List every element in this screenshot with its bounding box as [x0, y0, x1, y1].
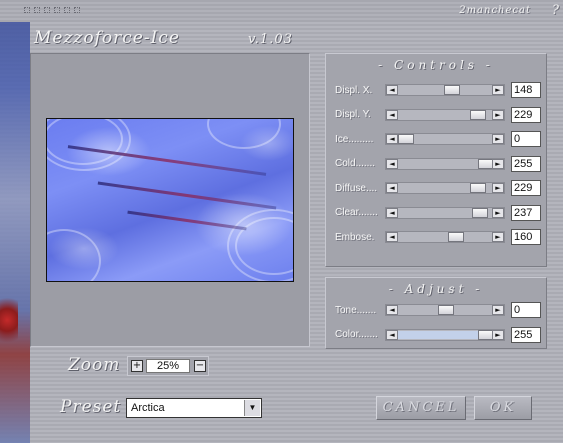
grip-dots[interactable] — [24, 7, 80, 13]
ok-button[interactable]: OK — [474, 396, 532, 420]
slider-value-field[interactable]: 160 — [511, 229, 541, 245]
slider-label: Displ. X. — [335, 84, 373, 96]
slider-track[interactable]: ◄ ► — [385, 304, 505, 316]
slider-row: Displ. X. ◄ ► 148 — [335, 80, 541, 100]
slider-thumb[interactable] — [470, 183, 486, 193]
slider-row: Ice......... ◄ ► 0 — [335, 129, 541, 149]
arrow-right-icon[interactable]: ► — [492, 183, 504, 193]
slider-value-field[interactable]: 229 — [511, 106, 541, 123]
arrow-right-icon[interactable]: ► — [492, 207, 504, 218]
preset-label: Preset — [60, 397, 122, 417]
slider-track[interactable]: ◄ ► — [385, 182, 505, 194]
slider-value-field[interactable]: 237 — [511, 204, 541, 221]
zoom-in-button[interactable]: + — [131, 360, 143, 372]
slider-label: Tone....... — [335, 304, 377, 316]
slider-label: Ice......... — [335, 133, 374, 145]
slider-value-field[interactable]: 0 — [511, 302, 541, 318]
slider-label: Color....... — [335, 329, 378, 340]
slider-row: Color....... ◄ ► 255 — [335, 325, 541, 345]
slider-label: Embose. — [335, 231, 375, 243]
zoom-control: + 25% − — [127, 356, 209, 376]
slider-value-field[interactable]: 255 — [511, 155, 541, 172]
desktop-decoration — [0, 290, 18, 350]
arrow-right-icon[interactable]: ► — [492, 109, 504, 120]
slider-label: Cold....... — [335, 158, 376, 169]
slider-fill — [398, 330, 478, 339]
version-label: v.1.03 — [248, 32, 293, 47]
slider-track[interactable]: ◄ ► — [385, 84, 505, 96]
zoom-out-button[interactable]: − — [194, 360, 206, 372]
arrow-right-icon[interactable]: ► — [492, 232, 504, 242]
arrow-right-icon[interactable]: ► — [492, 329, 504, 340]
slider-row: Tone....... ◄ ► 0 — [335, 300, 541, 320]
arrow-right-icon[interactable]: ► — [492, 305, 504, 315]
slider-track[interactable]: ◄ ► — [385, 231, 505, 243]
arrow-right-icon[interactable]: ► — [492, 158, 504, 169]
slider-value-field[interactable]: 255 — [511, 326, 541, 343]
arrow-left-icon[interactable]: ◄ — [386, 305, 398, 315]
slider-thumb[interactable] — [398, 134, 414, 144]
adjust-panel-title: - Adjust - — [388, 282, 484, 296]
controls-panel-title: - Controls - — [378, 58, 494, 72]
slider-row: Embose. ◄ ► 160 — [335, 227, 541, 247]
zoom-label: Zoom — [68, 355, 121, 375]
author-label: 2manchecat — [459, 5, 531, 16]
slider-label: Displ. Y. — [335, 109, 371, 120]
slider-value-field[interactable]: 0 — [511, 131, 541, 147]
slider-thumb[interactable] — [472, 207, 488, 218]
arrow-right-icon[interactable]: ► — [492, 134, 504, 144]
preview-image[interactable] — [46, 118, 294, 282]
cancel-button[interactable]: CANCEL — [376, 396, 466, 420]
arrow-left-icon[interactable]: ◄ — [386, 109, 398, 120]
title-bar[interactable]: 2manchecat ? — [0, 0, 563, 22]
slider-thumb[interactable] — [470, 109, 486, 120]
slider-row: Diffuse.... ◄ ► 229 — [335, 178, 541, 198]
slider-row: Displ. Y. ◄ ► 229 — [335, 105, 541, 125]
zoom-value[interactable]: 25% — [146, 359, 190, 373]
slider-row: Clear....... ◄ ► 237 — [335, 203, 541, 223]
help-button[interactable]: ? — [552, 3, 559, 18]
slider-value-field[interactable]: 229 — [511, 180, 541, 196]
arrow-left-icon[interactable]: ◄ — [386, 85, 398, 95]
slider-value-field[interactable]: 148 — [511, 82, 541, 98]
slider-thumb[interactable] — [438, 305, 454, 315]
slider-track[interactable]: ◄ ► — [385, 108, 505, 121]
slider-track[interactable]: ◄ ► — [385, 328, 505, 341]
arrow-left-icon[interactable]: ◄ — [386, 329, 398, 340]
slider-track[interactable]: ◄ ► — [385, 133, 505, 145]
arrow-left-icon[interactable]: ◄ — [386, 134, 398, 144]
preset-dropdown[interactable]: Arctica ▼ — [126, 398, 262, 418]
slider-track[interactable]: ◄ ► — [385, 206, 505, 219]
slider-label: Diffuse.... — [335, 182, 378, 194]
arrow-left-icon[interactable]: ◄ — [386, 158, 398, 169]
slider-thumb[interactable] — [448, 232, 464, 242]
slider-label: Clear....... — [335, 207, 378, 218]
chevron-down-icon[interactable]: ▼ — [244, 400, 260, 416]
app-title: Mezzoforce-Ice — [34, 28, 180, 48]
arrow-left-icon[interactable]: ◄ — [386, 232, 398, 242]
arrow-left-icon[interactable]: ◄ — [386, 207, 398, 218]
slider-thumb[interactable] — [444, 85, 460, 95]
preset-selected-value: Arctica — [131, 402, 165, 414]
desktop-background-strip — [0, 0, 30, 443]
arrow-right-icon[interactable]: ► — [492, 85, 504, 95]
slider-row: Cold....... ◄ ► 255 — [335, 154, 541, 174]
arrow-left-icon[interactable]: ◄ — [386, 183, 398, 193]
slider-track[interactable]: ◄ ► — [385, 157, 505, 170]
